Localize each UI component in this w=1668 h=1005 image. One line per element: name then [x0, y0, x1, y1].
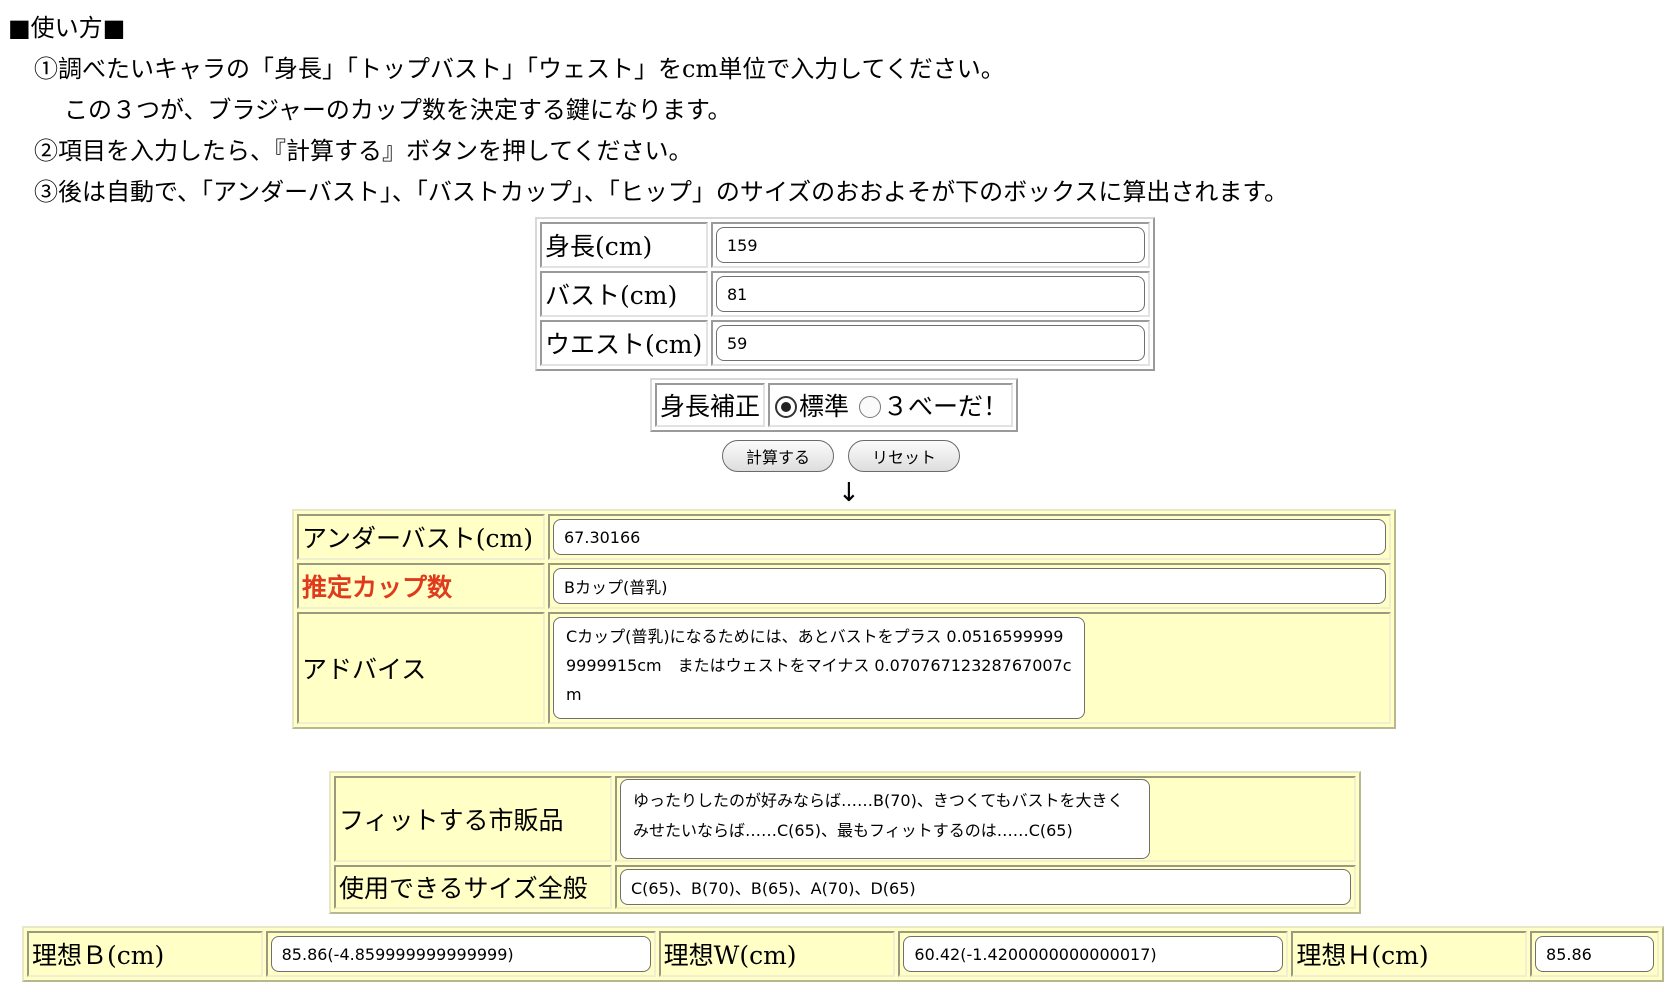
ideal-h-output[interactable]: 85.86 — [1535, 936, 1654, 972]
ideal-h-label: 理想Ｈ(cm) — [1291, 931, 1528, 977]
radio-standard-label: 標準 — [799, 392, 850, 421]
ideal-w-output[interactable]: 60.42(-1.4200000000000017) — [903, 936, 1284, 972]
underbust-label: アンダーバスト(cm) — [297, 514, 545, 560]
bust-label: バスト(cm) — [540, 271, 708, 317]
fit-label: フィットする市販品 — [334, 776, 612, 862]
cup-label: 推定カップ数 — [297, 563, 545, 609]
underbust-output[interactable]: 67.30166 — [553, 519, 1386, 555]
ideal-w-label: 理想W(cm) — [658, 931, 896, 977]
sizes-label: 使用できるサイズ全般 — [334, 865, 612, 909]
instructions-step2: ②項目を入力したら、『計算する』ボタンを押してください。 — [34, 137, 693, 165]
down-arrow-icon: ↓ — [838, 478, 860, 508]
products-table: フィットする市販品 ゆったりしたのが好みならば……B(70)、きつくてもバストを… — [329, 771, 1361, 914]
ideal-table: 理想Ｂ(cm) 85.86(-4.859999999999999) 理想W(cm… — [22, 926, 1664, 982]
height-correction-label: 身長補正 — [655, 383, 766, 427]
cup-output[interactable]: Bカップ(普乳) — [553, 568, 1386, 604]
instructions-title: ■使い方■ — [8, 14, 126, 42]
instructions-step1b: この３つが、ブラジャーのカップ数を決定する鍵になります。 — [64, 96, 732, 124]
advice-label: アドバイス — [297, 612, 545, 724]
sizes-output[interactable]: C(65)、B(70)、B(65)、A(70)、D(65) — [620, 869, 1351, 905]
height-correction-table: 身長補正 標準 ３べーだ！ — [650, 378, 1018, 432]
advice-output[interactable]: Cカップ(普乳)になるためには、あとバストをプラス 0.051659999999… — [553, 617, 1085, 719]
height-correction-options: 標準 ３べーだ！ — [768, 383, 1013, 427]
radio-other-label: ３べーだ！ — [882, 392, 1008, 421]
height-label: 身長(cm) — [540, 222, 708, 268]
calculate-button[interactable]: 計算する — [722, 440, 834, 472]
input-table: 身長(cm) 159 バスト(cm) 81 ウエスト(cm) 59 — [535, 217, 1155, 371]
waist-label: ウエスト(cm) — [540, 320, 708, 366]
waist-input[interactable]: 59 — [716, 325, 1145, 361]
instructions-step3: ③後は自動で、「アンダーバスト」、「バストカップ」、「ヒップ」のサイズのおおよそ… — [34, 178, 1288, 206]
instructions: ■使い方■ ①調べたいキャラの「身長」「トップバスト」「ウェスト」をcm単位で入… — [8, 8, 1288, 213]
fit-output[interactable]: ゆったりしたのが好みならば……B(70)、きつくてもバストを大きくみせたいならば… — [620, 779, 1150, 859]
instructions-step1: ①調べたいキャラの「身長」「トップバスト」「ウェスト」をcm単位で入力してくださ… — [34, 55, 1005, 83]
ideal-b-label: 理想Ｂ(cm) — [27, 931, 263, 977]
height-input[interactable]: 159 — [716, 227, 1145, 263]
results-table: アンダーバスト(cm) 67.30166 推定カップ数 Bカップ(普乳) アドバ… — [292, 509, 1396, 729]
ideal-b-output[interactable]: 85.86(-4.859999999999999) — [270, 936, 651, 972]
radio-standard[interactable] — [775, 396, 798, 418]
radio-other[interactable] — [858, 396, 881, 418]
bust-input[interactable]: 81 — [716, 276, 1145, 312]
reset-button[interactable]: リセット — [848, 440, 960, 472]
